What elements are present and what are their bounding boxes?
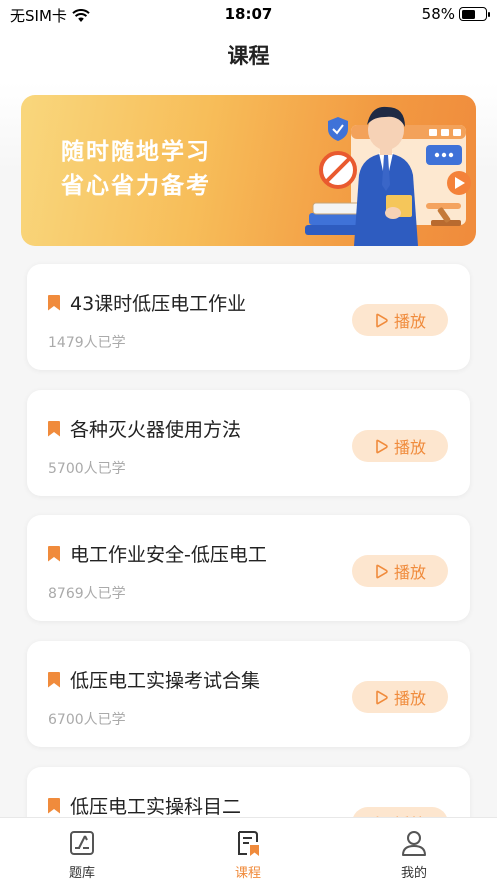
course-title: 低压电工实操科目二 <box>70 796 242 818</box>
learner-count: 6700人已学 <box>48 712 126 728</box>
play-button[interactable]: 播放 <box>352 681 448 713</box>
play-button[interactable]: 播放 <box>352 304 448 336</box>
question-bank-icon <box>68 828 96 858</box>
bookmark-icon <box>48 797 60 814</box>
course-card[interactable]: 43课时低压电工作业 1479人已学 播放 <box>27 264 470 370</box>
play-label: 播放 <box>393 689 426 708</box>
course-title-row: 各种灭火器使用方法 <box>48 415 241 442</box>
bookmark-icon <box>48 294 60 311</box>
course-title-row: 低压电工实操考试合集 <box>48 666 260 693</box>
banner-line-1: 随时随地学习 <box>61 139 211 165</box>
tab-course[interactable]: 课程 <box>188 818 308 883</box>
play-icon <box>376 439 388 453</box>
tab-profile[interactable]: 我的 <box>354 818 474 883</box>
learner-count: 1479人已学 <box>48 335 126 351</box>
banner-line-2: 省心省力备考 <box>61 173 211 199</box>
course-card[interactable]: 电工作业安全-低压电工 8769人已学 播放 <box>27 515 470 621</box>
battery-icon <box>459 7 490 21</box>
nav-header: 课程 <box>0 30 497 82</box>
course-card[interactable]: 各种灭火器使用方法 5700人已学 播放 <box>27 390 470 496</box>
teacher-illustration <box>305 106 471 246</box>
tab-label: 课程 <box>234 866 261 881</box>
course-title: 低压电工实操考试合集 <box>70 670 261 692</box>
course-card[interactable]: 低压电工实操考试合集 6700人已学 播放 <box>27 641 470 747</box>
play-label: 播放 <box>393 563 426 582</box>
course-title-row: 43课时低压电工作业 <box>48 289 246 316</box>
tab-label: 我的 <box>400 866 427 881</box>
play-icon <box>376 313 388 327</box>
course-title: 各种灭火器使用方法 <box>70 419 242 441</box>
play-label: 播放 <box>393 312 426 331</box>
tab-question-bank[interactable]: 题库 <box>22 818 142 883</box>
play-label: 播放 <box>393 438 426 457</box>
bookmark-icon <box>48 545 60 562</box>
play-icon <box>376 690 388 704</box>
course-title: 电工作业安全-低压电工 <box>70 544 267 566</box>
banner-slogan: 随时随地学习 省心省力备考 <box>61 135 211 203</box>
page-title: 课程 <box>227 44 270 68</box>
bookmark-icon <box>48 420 60 437</box>
course-page: 无SIM卡 18:07 58% 课程 随时随地学习 省心省力备考 43课时低压电… <box>0 0 497 883</box>
tab-label: 题库 <box>68 866 95 881</box>
play-icon <box>376 564 388 578</box>
play-button[interactable]: 播放 <box>352 555 448 587</box>
course-title-row: 电工作业安全-低压电工 <box>48 540 267 567</box>
learner-count: 8769人已学 <box>48 586 126 602</box>
battery-level <box>461 9 475 19</box>
battery-percent: 58% <box>421 5 455 23</box>
bottom-tab-bar: 题库 课程 我的 <box>0 817 497 883</box>
play-button[interactable]: 播放 <box>352 430 448 462</box>
course-title-row: 低压电工实操科目二 <box>48 792 241 819</box>
profile-icon <box>400 828 428 858</box>
bookmark-icon <box>48 671 60 688</box>
course-icon <box>234 828 262 858</box>
promo-banner[interactable]: 随时随地学习 省心省力备考 <box>21 95 476 246</box>
learner-count: 5700人已学 <box>48 461 126 477</box>
status-bar: 无SIM卡 18:07 58% <box>0 0 497 30</box>
course-title: 43课时低压电工作业 <box>70 293 247 315</box>
battery-status: 58% <box>421 5 490 23</box>
